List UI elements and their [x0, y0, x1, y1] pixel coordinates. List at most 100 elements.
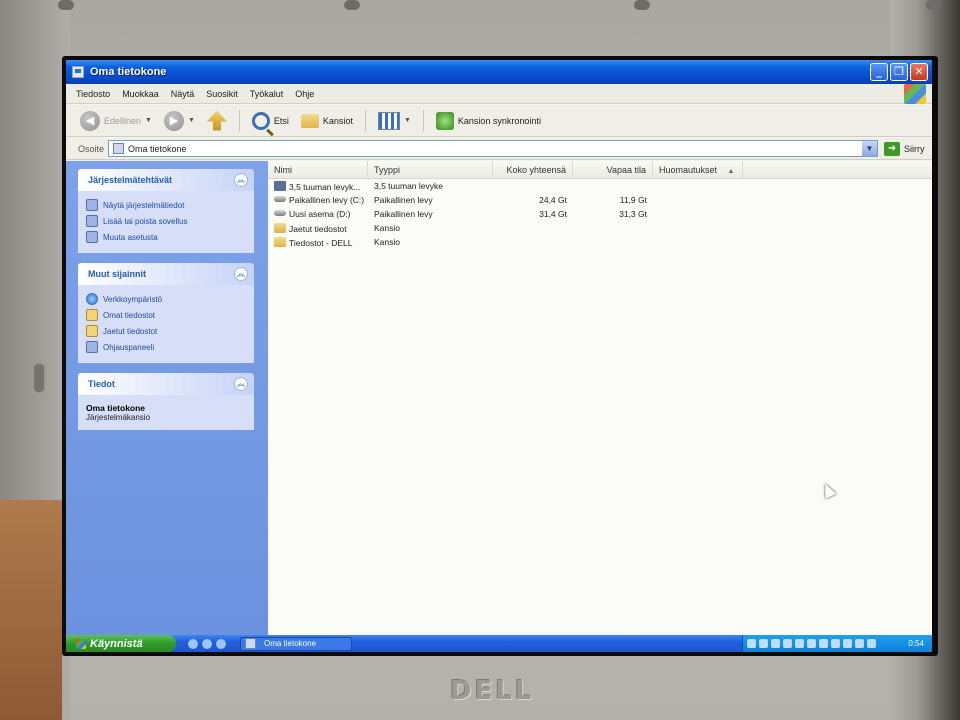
tray-icon[interactable]: [807, 639, 816, 648]
column-header-free-space[interactable]: Vapaa tila: [573, 160, 653, 179]
search-button[interactable]: Etsi: [248, 110, 293, 132]
documents-folder-icon: [86, 309, 98, 321]
table-row[interactable]: 3,5 tuuman levyk... 3,5 tuuman levyke: [268, 179, 932, 193]
go-arrow-icon: ➜: [884, 141, 901, 156]
my-computer-icon: [113, 143, 125, 154]
tray-icon[interactable]: [771, 639, 780, 648]
start-button[interactable]: Käynnistä: [66, 635, 176, 652]
tray-icon[interactable]: [783, 639, 792, 648]
chevron-down-icon: ▼: [403, 117, 411, 124]
drive-icon: [274, 210, 286, 216]
task-label: Näytä järjestelmätiedot: [103, 200, 185, 210]
bezel-screw: [926, 0, 942, 10]
screen-latch: [32, 362, 46, 394]
tray-icon[interactable]: [819, 639, 828, 648]
column-header-total-size[interactable]: Koko yhteensä: [493, 160, 573, 179]
bezel-screw: [634, 0, 650, 10]
back-label: Edellinen: [104, 115, 142, 126]
collapse-chevron-icon[interactable]: ︽: [234, 377, 248, 391]
details-panel: Tiedot ︽ Oma tietokone Järjestelmäkansio: [78, 373, 254, 430]
close-button[interactable]: ✕: [910, 63, 928, 81]
address-value: Oma tietokone: [128, 143, 187, 154]
menu-bar: Tiedosto Muokkaa Näytä Suosikit Työkalut…: [66, 84, 932, 104]
go-button[interactable]: ➜ Siirry: [884, 141, 925, 156]
taskbar-window-button[interactable]: Oma tietokone: [240, 636, 352, 651]
folder-icon: [300, 113, 319, 128]
address-input[interactable]: Oma tietokone ▼: [108, 140, 879, 157]
table-row[interactable]: Uusi asema (D:) Paikallinen levy 31,4 Gt…: [268, 207, 932, 221]
title-bar[interactable]: Oma tietokone _ ❐ ✕: [66, 60, 932, 84]
panel-title: Muut sijainnit: [88, 269, 146, 279]
table-row[interactable]: Paikallinen levy (C:) Paikallinen levy 2…: [268, 193, 932, 207]
place-shared-documents[interactable]: Jaetut tiedostot: [86, 323, 246, 339]
menu-tools[interactable]: Työkalut: [250, 89, 284, 99]
menu-help[interactable]: Ohje: [295, 89, 314, 99]
row-name: Paikallinen levy (C:): [289, 195, 365, 205]
task-add-remove-programs[interactable]: Lisää tai poista sovellus: [86, 213, 246, 229]
bezel-screw: [58, 0, 74, 10]
table-row[interactable]: Tiedostot - DELL Kansio: [268, 235, 932, 249]
place-control-panel[interactable]: Ohjauspaneeli: [86, 339, 246, 355]
place-label: Ohjauspaneeli: [103, 342, 155, 352]
taskbar-window-label: Oma tietokone: [264, 639, 317, 648]
minimize-button[interactable]: _: [870, 63, 888, 81]
collapse-chevron-icon[interactable]: ︽: [234, 267, 248, 281]
views-button[interactable]: ▼: [374, 110, 415, 132]
tray-icon[interactable]: [831, 639, 840, 648]
row-type: Kansio: [374, 237, 400, 247]
internet-explorer-icon[interactable]: [188, 638, 198, 649]
task-change-setting[interactable]: Muuta asetusta: [86, 229, 246, 245]
tray-icon[interactable]: [843, 639, 852, 648]
place-network[interactable]: Verkkoympäristö: [86, 291, 246, 307]
up-folder-icon: [206, 110, 227, 131]
folder-icon: [274, 236, 286, 247]
control-panel-icon: [86, 341, 98, 353]
tray-icon[interactable]: [747, 639, 756, 648]
folders-button[interactable]: Kansiot: [297, 112, 357, 130]
column-header-label: Huomautukset: [659, 164, 718, 175]
back-button[interactable]: ◀ Edellinen ▼: [76, 109, 156, 133]
folder-sync-button[interactable]: Kansion synkronointi: [432, 110, 545, 132]
column-header-type[interactable]: Tyyppi: [368, 160, 493, 179]
tray-icon[interactable]: [795, 639, 804, 648]
folders-label: Kansiot: [322, 115, 353, 126]
sort-arrow-icon: ▲: [727, 167, 735, 175]
menu-file[interactable]: Tiedosto: [76, 89, 110, 99]
chevron-down-icon[interactable]: ▼: [862, 141, 878, 156]
row-name-cell: 3,5 tuuman levyk...: [268, 180, 368, 192]
maximize-button[interactable]: ❐: [890, 63, 908, 81]
menu-favorites[interactable]: Suosikit: [206, 89, 238, 99]
details-name: Oma tietokone: [86, 403, 146, 413]
volume-icon[interactable]: [867, 639, 876, 648]
system-tray: 0:54: [742, 635, 932, 652]
tray-icon[interactable]: [759, 639, 768, 648]
bezel-screw: [344, 0, 360, 10]
column-header-name[interactable]: Nimi: [268, 160, 368, 179]
menu-view[interactable]: Näytä: [171, 89, 195, 99]
row-type: Kansio: [374, 223, 400, 233]
row-size: 31,4 Gt: [539, 209, 567, 219]
task-view-system-info[interactable]: Näytä järjestelmätiedot: [86, 197, 246, 213]
media-player-icon[interactable]: [202, 638, 212, 649]
system-info-icon: [86, 199, 98, 211]
column-header-comments[interactable]: Huomautukset ▲: [653, 160, 743, 179]
tray-icon[interactable]: [855, 639, 864, 648]
collapse-chevron-icon[interactable]: ︽: [234, 173, 248, 187]
file-list: Nimi Tyyppi Koko yhteensä Vapaa tila Huo…: [268, 160, 932, 635]
row-type: Paikallinen levy: [374, 195, 433, 205]
clock[interactable]: 0:54: [908, 639, 932, 648]
row-name-cell: Tiedostot - DELL: [268, 236, 368, 248]
place-my-documents[interactable]: Omat tiedostot: [86, 307, 246, 323]
row-name-cell: Jaetut tiedostot: [268, 222, 368, 234]
menu-edit[interactable]: Muokkaa: [122, 89, 159, 99]
details-subtitle: Järjestelmäkansio: [86, 413, 151, 422]
other-places-header[interactable]: Muut sijainnit ︽: [78, 263, 254, 285]
system-tasks-header[interactable]: Järjestelmätehtävät ︽: [78, 169, 254, 191]
details-header[interactable]: Tiedot ︽: [78, 373, 254, 395]
floppy-icon: [274, 180, 286, 191]
messenger-icon[interactable]: [216, 638, 226, 649]
forward-button[interactable]: ▶ ▼: [160, 109, 199, 133]
add-remove-icon: [86, 215, 98, 227]
up-folder-button[interactable]: [203, 109, 231, 133]
table-row[interactable]: Jaetut tiedostot Kansio: [268, 221, 932, 235]
